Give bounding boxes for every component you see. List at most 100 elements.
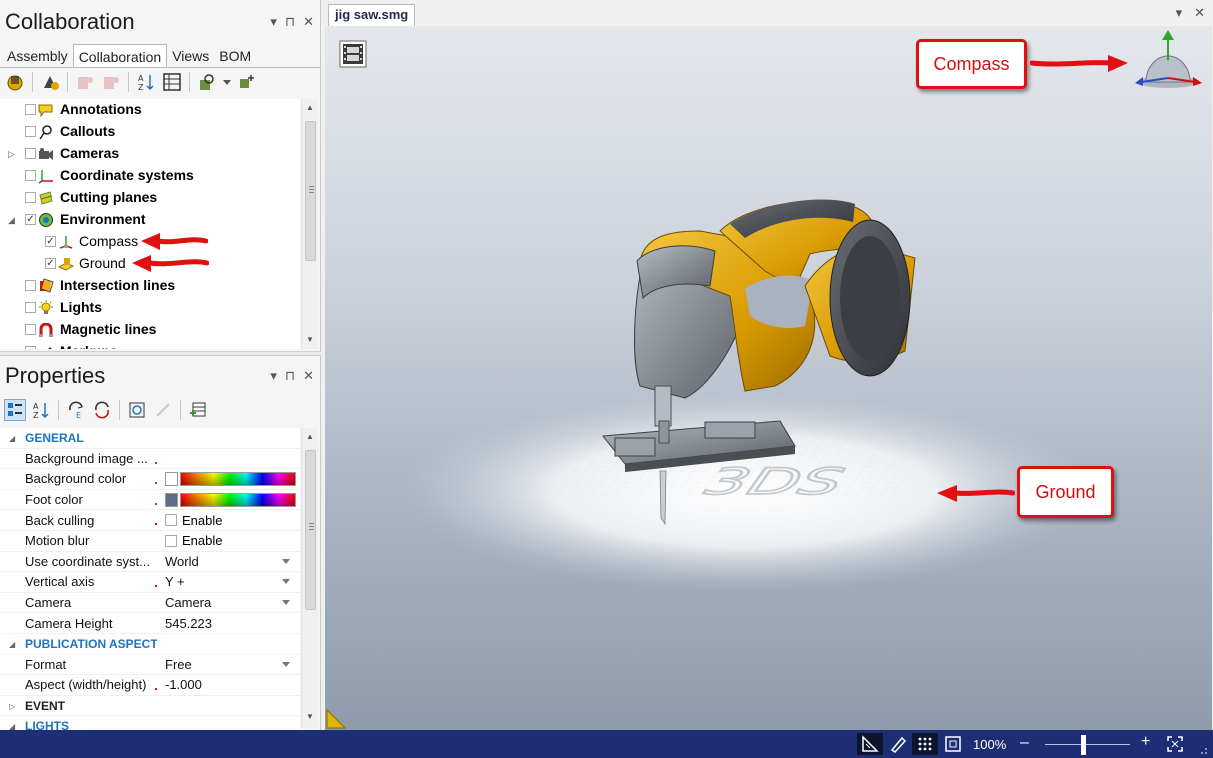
draw-button[interactable] [885, 733, 911, 755]
prop-back-culling[interactable]: Back culling Enable [0, 510, 300, 531]
chevron-down-icon[interactable] [282, 558, 290, 564]
visibility-checkbox[interactable] [25, 126, 36, 137]
columns-button[interactable] [161, 71, 183, 93]
prop-background-image[interactable]: Background image ... [0, 449, 300, 470]
properties-scroll-thumb[interactable] [305, 450, 316, 610]
visibility-checkbox[interactable] [25, 302, 36, 313]
tree-scroll-thumb[interactable] [305, 121, 316, 261]
scroll-down-icon[interactable]: ▼ [306, 712, 314, 721]
prop-vertical-axis[interactable]: Vertical axis Y + [0, 572, 300, 593]
prop-aspect[interactable]: Aspect (width/height) -1.000 [0, 675, 300, 696]
collapse-icon[interactable]: ◢ [9, 434, 15, 443]
prop-camera-height[interactable]: Camera Height 545.223 [0, 613, 300, 634]
visibility-checkbox[interactable] [25, 104, 36, 115]
compass-widget[interactable] [1131, 28, 1206, 88]
collapse-icon[interactable]: ◢ [9, 640, 15, 649]
corner-triad-icon[interactable] [325, 706, 349, 730]
tree-item-cutting-planes[interactable]: Cutting planes [0, 187, 300, 209]
visibility-checkbox[interactable]: ✓ [25, 214, 36, 225]
document-tab[interactable]: jig saw.smg [328, 4, 416, 26]
disabled-pick-button[interactable] [152, 399, 174, 421]
apply-event-button[interactable]: E [65, 399, 87, 421]
panel-menu-icon[interactable]: ▾ [270, 368, 277, 384]
tab-bom[interactable]: BOM [214, 44, 256, 68]
film-strip-icon[interactable] [339, 40, 367, 68]
find-button[interactable] [196, 71, 218, 93]
collapse-icon[interactable]: ◢ [9, 722, 15, 730]
tree-item-environment[interactable]: ◢ ✓ Environment [0, 209, 300, 231]
visibility-checkbox[interactable] [25, 346, 36, 349]
prop-foot-color[interactable]: Foot color [0, 490, 300, 511]
tree-item-markups[interactable]: Markups [0, 341, 300, 349]
visibility-checkbox[interactable] [25, 324, 36, 335]
reset-button[interactable] [126, 399, 148, 421]
find-dropdown[interactable] [222, 71, 232, 93]
tree-item-callouts[interactable]: Callouts [0, 121, 300, 143]
visibility-checkbox[interactable]: ✓ [45, 236, 56, 247]
categorized-button[interactable] [4, 399, 26, 421]
aspect-value[interactable]: -1.000 [165, 677, 202, 692]
prop-use-coordinate-system[interactable]: Use coordinate syst... World [0, 552, 300, 573]
tab-collaboration[interactable]: Collaboration [72, 44, 168, 68]
prop-motion-blur[interactable]: Motion blur Enable [0, 531, 300, 552]
new-annotation-button[interactable] [39, 71, 61, 93]
disabled-tool-1[interactable] [74, 71, 96, 93]
category-event[interactable]: ▷ EVENT [0, 696, 300, 717]
tree-item-intersection-lines[interactable]: Intersection lines [0, 275, 300, 297]
3d-viewport[interactable]: 3DS Compass Ground [325, 26, 1212, 730]
tree-item-lights[interactable]: Lights [0, 297, 300, 319]
alphabetical-button[interactable]: AZ [30, 399, 52, 421]
category-publication-aspect[interactable]: ◢ PUBLICATION ASPECT [0, 634, 300, 655]
camera-height-value[interactable]: 545.223 [165, 616, 212, 631]
background-color-picker[interactable] [180, 472, 296, 487]
expand-icon[interactable]: ▷ [9, 702, 15, 711]
prop-format[interactable]: Format Free [0, 655, 300, 676]
collapse-icon[interactable]: ◢ [8, 214, 18, 226]
motion-blur-checkbox[interactable] [165, 534, 177, 547]
scroll-up-icon[interactable]: ▲ [306, 103, 314, 112]
resize-grip[interactable] [1196, 733, 1210, 755]
visibility-checkbox[interactable] [25, 170, 36, 181]
close-icon[interactable]: ✕ [1194, 5, 1205, 21]
properties-scrollbar[interactable]: ▲ ▼ [301, 428, 318, 728]
sort-button[interactable]: AZ [135, 71, 157, 93]
visibility-checkbox[interactable] [25, 280, 36, 291]
background-color-swatch[interactable] [165, 472, 178, 487]
visibility-checkbox[interactable] [25, 148, 36, 159]
category-lights[interactable]: ◢ LIGHTS [0, 716, 300, 730]
close-icon[interactable]: ✕ [303, 368, 314, 384]
panel-splitter[interactable] [0, 351, 321, 356]
document-menu-icon[interactable]: ▾ [1176, 5, 1183, 21]
select-tool-button[interactable] [4, 71, 26, 93]
visibility-checkbox[interactable] [25, 192, 36, 203]
foot-color-swatch[interactable] [165, 492, 178, 507]
tree-scrollbar[interactable]: ▲ ▼ [301, 99, 318, 349]
tab-assembly[interactable]: Assembly [2, 44, 73, 68]
zoom-slider-track[interactable] [1045, 744, 1130, 745]
panel-menu-icon[interactable]: ▾ [270, 14, 277, 30]
fit-page-button[interactable] [940, 733, 966, 755]
format-select[interactable]: Free [165, 657, 192, 672]
vertical-axis-select[interactable]: Y + [165, 574, 185, 589]
tab-views[interactable]: Views [167, 44, 214, 68]
tree-item-coordinate-systems[interactable]: Coordinate systems [0, 165, 300, 187]
foot-color-picker[interactable] [180, 492, 296, 507]
back-culling-checkbox[interactable] [165, 514, 177, 527]
prop-camera[interactable]: Camera Camera [0, 593, 300, 614]
tree-item-magnetic-lines[interactable]: Magnetic lines [0, 319, 300, 341]
scroll-up-icon[interactable]: ▲ [306, 432, 314, 441]
category-general[interactable]: ◢ GENERAL [0, 428, 300, 449]
grid-button[interactable] [912, 733, 938, 755]
expand-icon[interactable]: ▷ [8, 148, 18, 160]
tree-item-cameras[interactable]: ▷ Cameras [0, 143, 300, 165]
tree-item-annotations[interactable]: Annotations [0, 99, 300, 121]
chevron-down-icon[interactable] [282, 661, 290, 667]
zoom-out-button[interactable]: – [1020, 734, 1029, 752]
disabled-tool-2[interactable] [100, 71, 122, 93]
zoom-slider-thumb[interactable] [1081, 735, 1087, 755]
chevron-down-icon[interactable] [282, 599, 290, 605]
prop-background-color[interactable]: Background color [0, 469, 300, 490]
close-icon[interactable]: ✕ [303, 14, 314, 30]
refresh-button[interactable] [91, 399, 113, 421]
use-coordinate-select[interactable]: World [165, 554, 199, 569]
